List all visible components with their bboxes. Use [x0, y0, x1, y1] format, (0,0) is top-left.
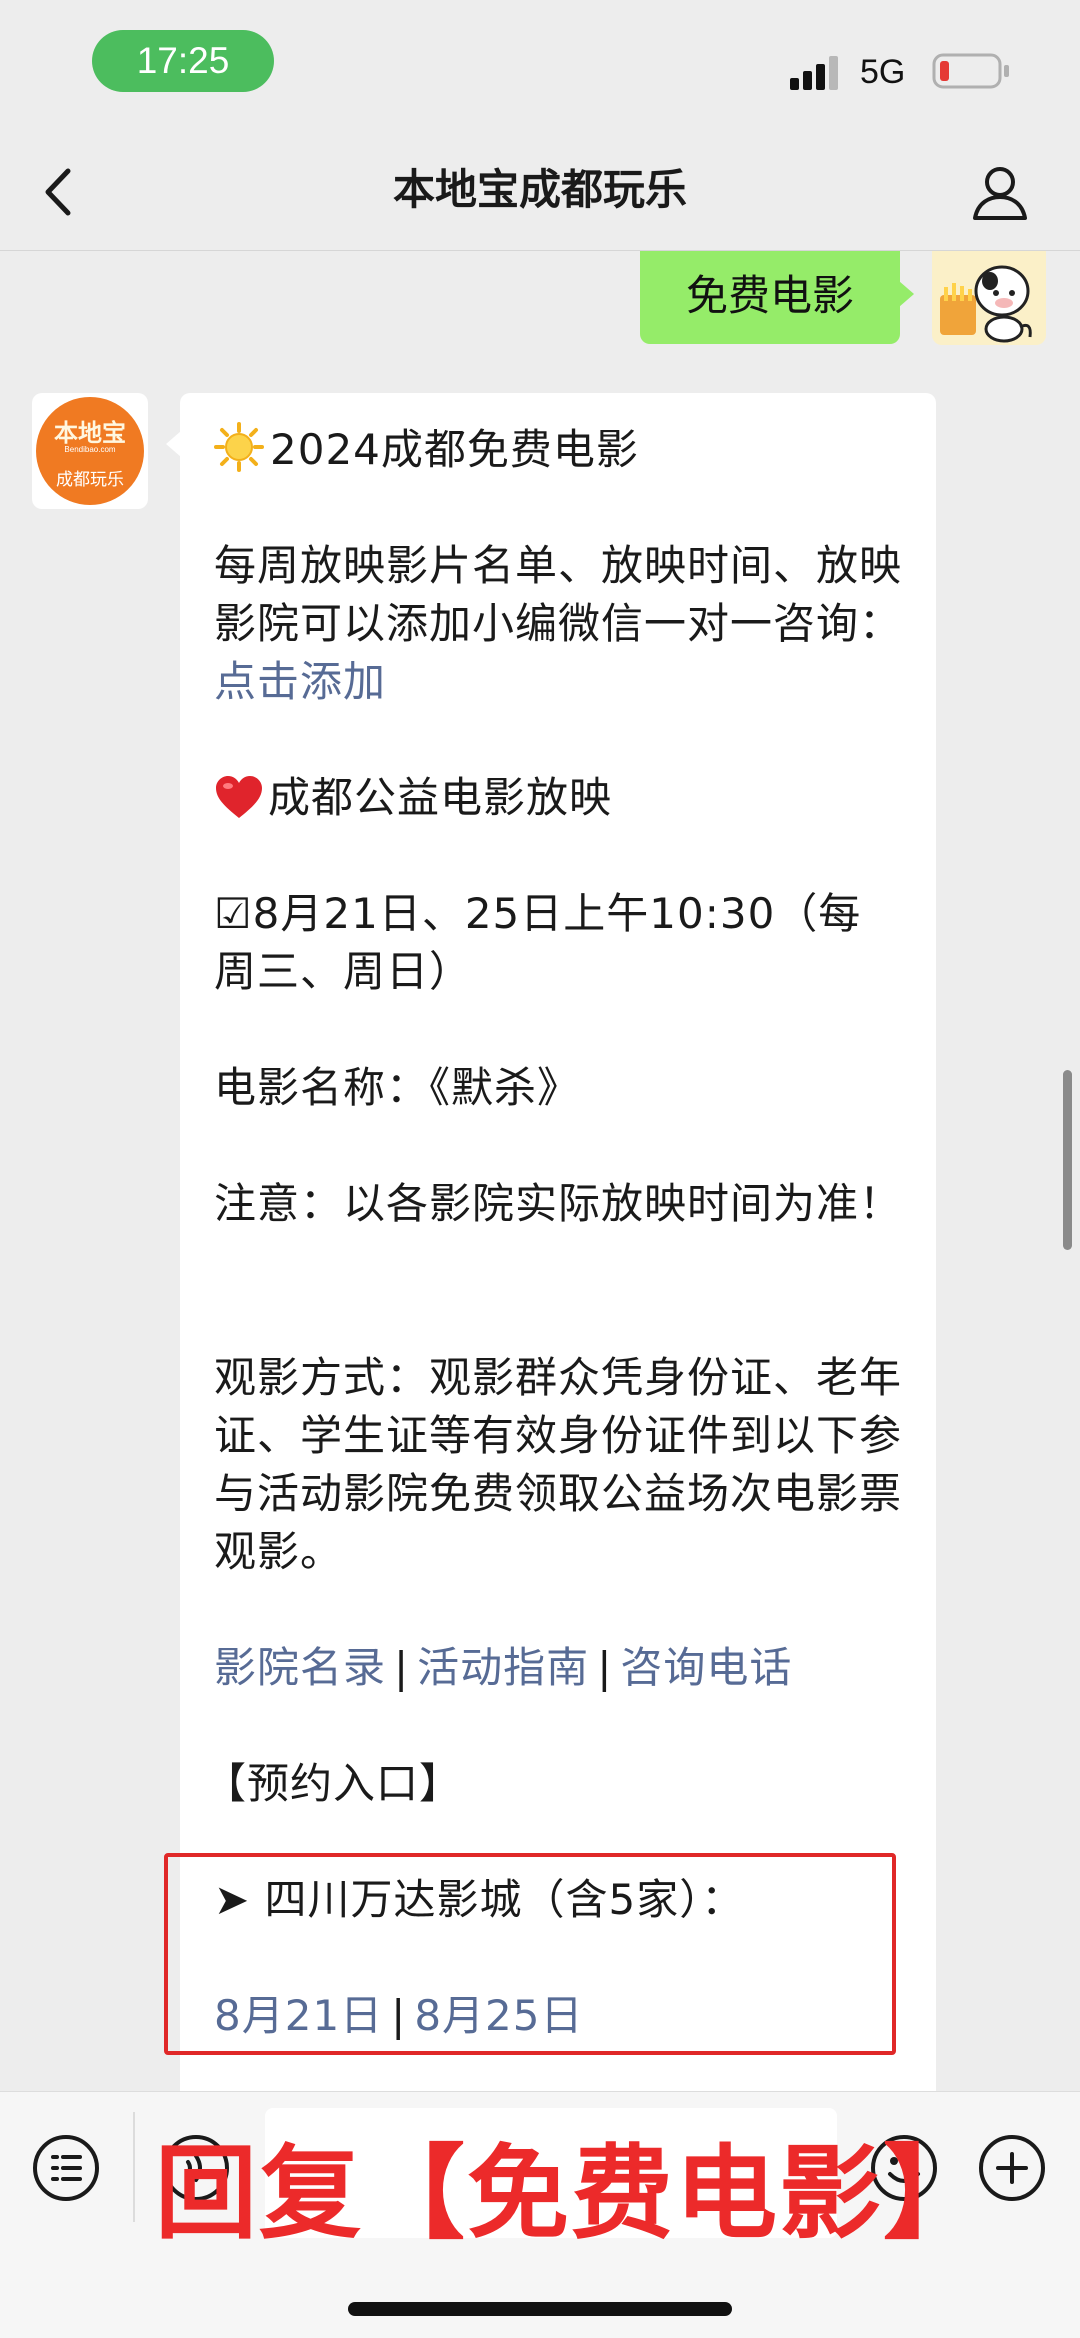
booking-label: 【预约入口】 — [204, 1759, 463, 1808]
reply-keyword-banner: 回复【免费电影】 — [155, 2135, 987, 2254]
nav-bar: 本地宝成都玩乐 — [0, 130, 1080, 251]
heart-emoji-icon — [216, 776, 262, 818]
status-bar: 17:25 5G — [0, 0, 1080, 130]
page-title: 本地宝成都玩乐 — [392, 165, 687, 214]
heading-2-text: 成都公益电影放映 — [268, 773, 613, 822]
signal-bars-icon — [790, 56, 838, 90]
add-wechat-link[interactable]: 点击添加 — [214, 657, 386, 706]
cartoon-cow-icon — [940, 265, 1032, 343]
scrollbar-thumb[interactable] — [1063, 1070, 1072, 1250]
link-separator: | — [391, 1991, 407, 2040]
message-heading-2: 成都公益电影放映 — [214, 769, 1080, 827]
battery-low-icon — [932, 53, 1009, 89]
bot-avatar[interactable]: 本地宝 Bendibao.com 成都玩乐 — [32, 393, 148, 509]
cinema-list-link[interactable]: 影院名录 — [214, 1643, 386, 1692]
status-time: 17:25 — [92, 30, 274, 92]
heading-1-text: 2024成都免费电影 — [270, 425, 639, 474]
chat-area[interactable]: 免费电影 本地宝 Bendibao.com 成都玩乐 2024成都免费电影 每周… — [0, 251, 1080, 2091]
outgoing-message-bubble[interactable]: 免费电影 — [640, 251, 914, 344]
intro-text: 每周放映影片名单、放映时间、放映影院可以添加小编微信一对一咨询： — [214, 541, 903, 648]
notice-text: 注意：以各影院实际放映时间为准！ — [214, 1179, 903, 1228]
message-heading-1: 2024成都免费电影 — [214, 421, 1080, 479]
event-guide-link[interactable]: 活动指南 — [417, 1643, 589, 1692]
intro-paragraph: 每周放映影片名单、放映时间、放映影院可以添加小编微信一对一咨询： 点击添加 — [214, 537, 904, 711]
sun-emoji-icon — [214, 422, 264, 472]
cinema-entry: ➤ 四川万达影城（含5家）： — [214, 1875, 745, 1924]
list-menu-icon[interactable] — [30, 2132, 102, 2204]
network-type: 5G — [860, 53, 906, 91]
incoming-message-bubble[interactable]: 2024成都免费电影 每周放映影片名单、放映时间、放映影院可以添加小编微信一对一… — [166, 393, 936, 2091]
brand-logo-subtitle: 成都玩乐 — [56, 470, 124, 490]
brand-logo-text: 本地宝 — [54, 418, 126, 447]
home-indicator[interactable] — [348, 2302, 732, 2316]
date-link-25[interactable]: 8月25日 — [414, 1991, 583, 2040]
viewing-method: 观影方式：观影群众凭身份证、老年证、学生证等有效身份证件到以下参与活动影院免费领… — [214, 1353, 903, 1576]
user-icon[interactable] — [970, 162, 1030, 222]
brand-logo-url: Bendibao.com — [64, 445, 116, 454]
schedule-text: ☑8月21日、25日上午10:30（每周三、周日） — [214, 889, 862, 996]
movie-name: 电影名称：《默杀》 — [214, 1063, 581, 1112]
link-separator: | — [394, 1643, 410, 1692]
date-link-21[interactable]: 8月21日 — [214, 1991, 383, 2040]
hotline-link[interactable]: 咨询电话 — [620, 1643, 792, 1692]
quick-links: 影院名录 | 活动指南 | 咨询电话 — [214, 1639, 1080, 1697]
booking-dates: 8月21日 | 8月25日 — [214, 1987, 1080, 2045]
my-avatar[interactable] — [932, 251, 1046, 345]
input-divider — [133, 2112, 135, 2222]
link-separator: | — [597, 1643, 613, 1692]
